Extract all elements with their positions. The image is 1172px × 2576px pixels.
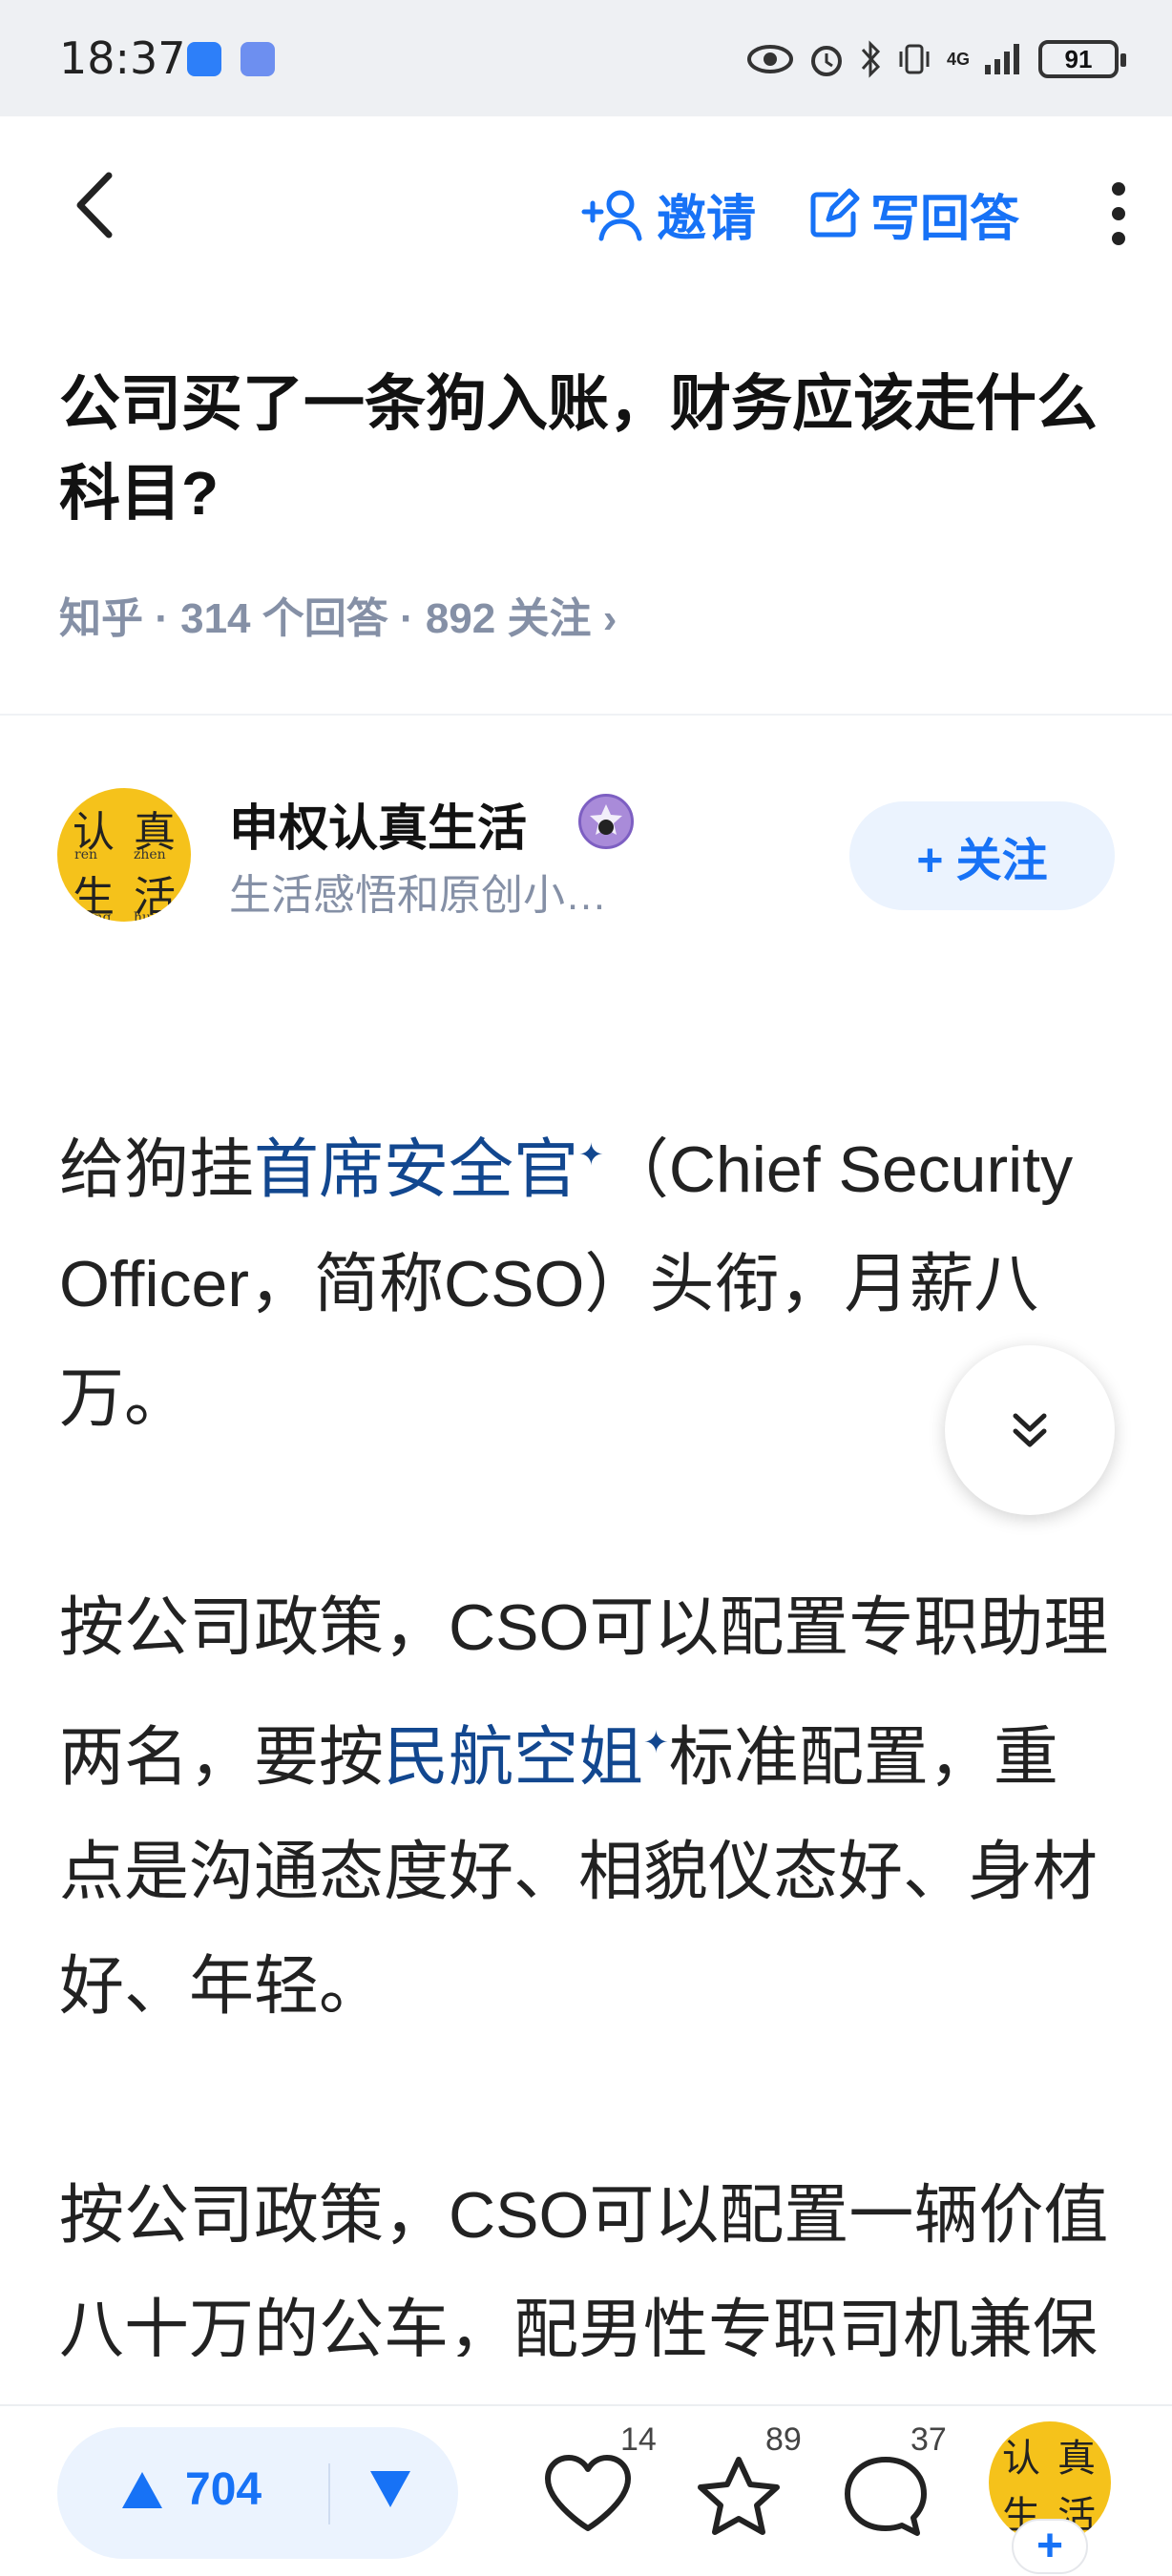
comment-button[interactable]: [840, 2454, 931, 2545]
sparkle-icon: ✦: [578, 1137, 604, 1172]
add-user-icon: [581, 190, 642, 241]
edit-icon: [810, 188, 860, 238]
star-badge-icon: [590, 804, 622, 835]
status-time: 18:37: [59, 32, 186, 84]
vote-separator: [328, 2463, 330, 2524]
favorite-count: 89: [765, 2421, 802, 2458]
bluetooth-icon: [861, 40, 881, 78]
eye-icon: [746, 45, 793, 73]
vibrate-icon: [899, 44, 930, 74]
vote-pill: 704: [57, 2427, 458, 2559]
bottom-action-bar: 704 14 89 37 认 真 生 活 +: [0, 2404, 1172, 2576]
alarm-icon: [810, 46, 842, 76]
avatar-pinyin: huo: [134, 910, 159, 922]
sparkle-icon: ✦: [643, 1725, 669, 1759]
question-meta[interactable]: 知乎 · 314 个回答 · 892 关注 ›: [59, 584, 617, 645]
more-dot: [1112, 207, 1125, 220]
write-answer-button[interactable]: 写回答: [807, 178, 1019, 250]
author-bio: 生活感悟和原创小…: [229, 872, 607, 919]
divider: [0, 714, 1172, 716]
comment-count: 37: [910, 2421, 947, 2458]
chevron-left-icon: [76, 172, 113, 239]
paragraph: 按公司政策，CSO可以配置一辆价值八十万的公车，配男性专职司机兼保镖一名，寸步不…: [59, 2179, 1109, 2357]
network-type: 4G: [946, 50, 970, 69]
author-badge-icon: [578, 794, 634, 849]
triangle-down-icon: [370, 2471, 410, 2507]
signal-icon: [985, 44, 1019, 74]
triangle-up-icon: [122, 2471, 162, 2508]
double-chevron-down-icon: [1013, 1413, 1047, 1447]
battery-icon: 91: [1038, 40, 1126, 78]
scroll-down-button[interactable]: [945, 1345, 1115, 1515]
more-dot: [1112, 182, 1125, 196]
star-icon: [698, 2457, 780, 2535]
avatar-char: 认: [1002, 2437, 1040, 2481]
status-bar: 18:37 4G 91: [0, 0, 1172, 116]
battery-level: 91: [1064, 44, 1093, 73]
app-notification-icon: [187, 42, 221, 76]
app-notification-icon-2: [241, 42, 275, 76]
favorite-button[interactable]: [693, 2454, 785, 2545]
heart-icon: [545, 2455, 631, 2531]
invite-label: 邀请: [656, 191, 756, 247]
more-options-button[interactable]: [1099, 176, 1138, 252]
nav-actions: 邀请 写回答: [580, 176, 1138, 252]
keyword-link[interactable]: 首席安全官: [254, 1133, 578, 1206]
avatar-pinyin: zhen: [134, 847, 166, 862]
upvote-count: 704: [185, 2464, 262, 2515]
paragraph: 按公司政策，CSO可以配置专职助理两名，要按民航空姐✦标准配置，重点是沟通态度好…: [59, 1570, 1119, 2044]
top-nav: 邀请 写回答: [0, 116, 1172, 307]
keyword-link[interactable]: 民航空姐: [384, 1721, 643, 1794]
paragraph-text: 给狗挂: [59, 1133, 255, 1206]
upvote-button[interactable]: 704: [120, 2463, 262, 2516]
comment-icon: [845, 2457, 927, 2536]
write-answer-label: 写回答: [869, 191, 1019, 247]
mini-follow-button[interactable]: +: [1012, 2519, 1088, 2574]
avatar-pinyin: ren: [74, 847, 97, 862]
like-button[interactable]: [542, 2454, 634, 2539]
like-count: 14: [620, 2421, 657, 2458]
back-button[interactable]: [59, 162, 136, 248]
answer-content: 给狗挂首席安全官✦（Chief Security Officer，简称CSO）头…: [59, 1097, 1119, 2357]
author-name[interactable]: 申权认真生活: [229, 788, 527, 860]
more-dot: [1112, 232, 1125, 245]
follow-button[interactable]: + 关注: [849, 801, 1115, 910]
author-avatar[interactable]: 认 真 ren zhen 生 活 sheng huo: [57, 788, 191, 922]
status-icons: 4G 91: [746, 34, 1126, 84]
invite-button[interactable]: 邀请: [580, 178, 756, 250]
question-title[interactable]: 公司买了一条狗入账，财务应该走什么科目?: [59, 359, 1119, 538]
avatar-char: 真: [1057, 2437, 1096, 2481]
avatar-pinyin: sheng: [71, 910, 112, 922]
downvote-button[interactable]: [368, 2469, 412, 2514]
